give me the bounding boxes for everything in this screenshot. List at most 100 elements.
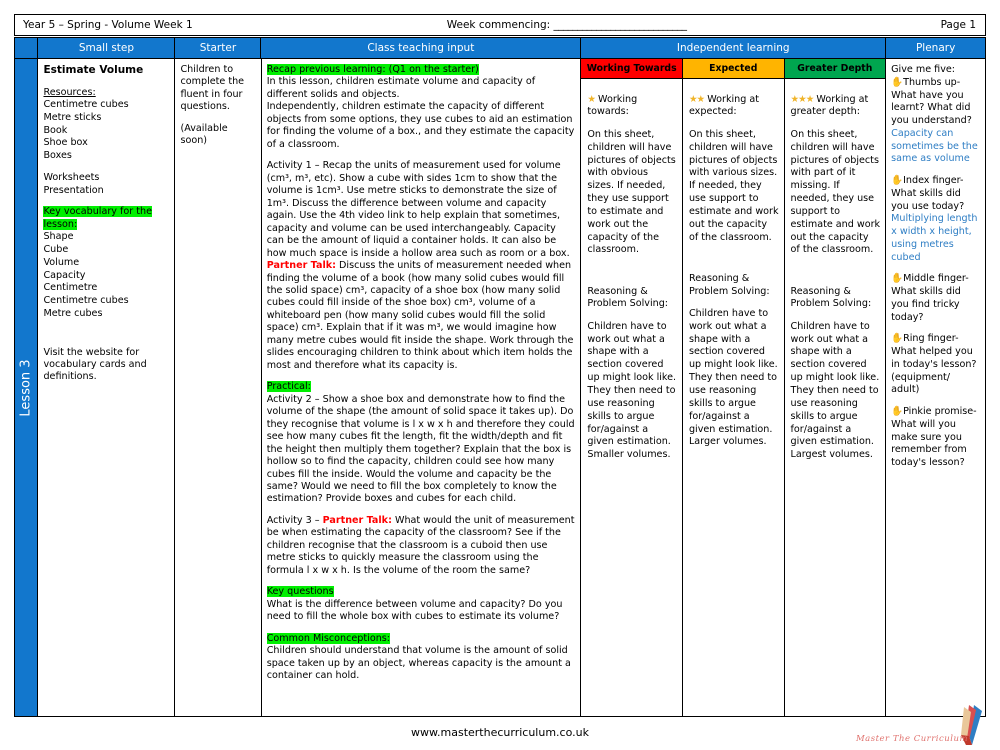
recap-label: Recap previous learning: (Q1 on the star… bbox=[266, 64, 479, 75]
differentiation-body-row: ★ Working towards: On this sheet, childr… bbox=[580, 78, 887, 717]
plenary-answer: Capacity can sometimes be the same as vo… bbox=[891, 127, 978, 165]
class-teaching-input-cell: Recap previous learning: (Q1 on the star… bbox=[260, 58, 582, 717]
greater-depth-body: On this sheet, children will have pictur… bbox=[790, 128, 881, 256]
list-item: Volume bbox=[43, 256, 80, 268]
page-number: Page 1 bbox=[940, 19, 976, 31]
list-item: Metre sticks bbox=[43, 111, 102, 123]
plenary-prompt: Middle finger- What skills did you find … bbox=[891, 273, 969, 323]
plenary-prompt: Thumbs up- What have you learnt? What di… bbox=[891, 76, 972, 126]
partner-talk-label: Partner Talk: bbox=[266, 260, 336, 272]
differentiation-header-working-towards: Working Towards bbox=[580, 58, 683, 79]
expected-reasoning-label: Reasoning & Problem Solving: bbox=[688, 272, 770, 297]
plenary-item: ✋Pinkie promise- What will you make sure… bbox=[891, 406, 980, 470]
plenary-item: ✋Index finger- What skills did you use t… bbox=[891, 175, 980, 264]
hand-icon: ✋ bbox=[891, 175, 904, 186]
brand-logo-text: Master The Curriculum bbox=[855, 734, 968, 744]
activity-3-partner-talk-label: Partner Talk: bbox=[322, 514, 392, 526]
resources-label: Resources: bbox=[43, 86, 96, 98]
plenary-prompt: Index finger- What skills did you use to… bbox=[891, 175, 965, 212]
key-questions-body: What is the difference between volume an… bbox=[266, 598, 563, 623]
list-item: Shoe box bbox=[43, 137, 88, 149]
term-title: Year 5 – Spring - Volume Week 1 bbox=[23, 19, 193, 31]
recap-body-2: Independently, children estimate the cap… bbox=[266, 101, 575, 150]
week-commencing-field: Week commencing: _______________________… bbox=[193, 19, 941, 31]
differentiation-header-greater-depth: Greater Depth bbox=[783, 58, 887, 79]
list-item: Shape bbox=[43, 231, 74, 243]
greater-depth-intro: ★★★ Working at greater depth: bbox=[791, 94, 881, 120]
star-icon: ★ bbox=[587, 93, 596, 105]
list-item: Worksheets bbox=[43, 171, 100, 183]
list-item: Metre cubes bbox=[43, 307, 103, 319]
week-commencing-label: Week commencing: bbox=[446, 19, 551, 31]
column-header-independent-learning: Independent learning bbox=[580, 37, 887, 59]
key-questions-label: Key questions bbox=[266, 586, 334, 598]
table-body-row: Lesson 3 Estimate Volume Resources: Cent… bbox=[14, 58, 987, 717]
column-header-class-teaching-input: Class teaching input bbox=[260, 37, 582, 59]
small-step-cell: Estimate Volume Resources: Centimetre cu… bbox=[37, 58, 176, 717]
plenary-cell: Give me five: ✋Thumbs up- What have you … bbox=[885, 58, 987, 717]
independent-learning-cell: Working Towards Expected Greater Depth ★… bbox=[580, 58, 887, 717]
activity-1-text: Activity 1 – Recap the units of measurem… bbox=[266, 160, 570, 259]
working-towards-body: On this sheet, children will have pictur… bbox=[587, 128, 676, 256]
differentiation-working-towards: ★ Working towards: On this sheet, childr… bbox=[580, 78, 683, 717]
column-header-plenary: Plenary bbox=[885, 37, 986, 59]
plenary-title: Give me five: bbox=[891, 64, 956, 75]
partner-talk-body: Discuss the units of measurement needed … bbox=[266, 260, 574, 371]
working-towards-intro: ★ Working towards: bbox=[587, 94, 677, 120]
plenary-prompt: Ring finger- What helped you in today's … bbox=[891, 333, 977, 396]
lesson-tab-header-spacer bbox=[14, 37, 39, 59]
column-header-small-step: Small step bbox=[37, 37, 176, 59]
working-towards-label: Working towards: bbox=[587, 93, 638, 118]
list-item: Presentation bbox=[43, 184, 104, 196]
common-misconceptions-label: Common Misconceptions: bbox=[266, 632, 391, 644]
vocabulary-footnote: Visit the website for vocabulary cards a… bbox=[43, 346, 147, 383]
resources-list: Centimetre cubes Metre sticks Book Shoe … bbox=[43, 99, 169, 163]
greater-depth-reasoning-body: Children have to work out what a shape w… bbox=[790, 320, 880, 461]
expected-body: On this sheet, children will have pictur… bbox=[688, 128, 779, 243]
list-item: Centimetre bbox=[43, 282, 98, 294]
small-step-title: Estimate Volume bbox=[43, 64, 144, 76]
starter-availability: (Available soon) bbox=[180, 122, 228, 147]
hand-icon: ✋ bbox=[891, 76, 904, 88]
list-item: Boxes bbox=[43, 150, 72, 162]
table-header-row: Small step Starter Class teaching input … bbox=[14, 37, 986, 59]
activity-3-block: Activity 3 – Partner Talk: What would th… bbox=[267, 515, 576, 577]
recap-body-1: In this lesson, children estimate volume… bbox=[266, 76, 536, 100]
lesson-tab: Lesson 3 bbox=[14, 58, 39, 717]
key-vocabulary-list: Shape Cube Volume Capacity Centimetre Ce… bbox=[43, 231, 169, 320]
practical-label: Practical: bbox=[266, 381, 311, 393]
plenary-answer: Multiplying length x width x height, usi… bbox=[891, 213, 978, 263]
lesson-plan-page: Year 5 – Spring - Volume Week 1 Week com… bbox=[0, 0, 1000, 750]
differentiation-greater-depth: ★★★ Working at greater depth: On this sh… bbox=[783, 78, 887, 717]
differentiation-expected: ★★ Working at expected: On this sheet, c… bbox=[681, 78, 785, 717]
differentiation-header-row: Working Towards Expected Greater Depth bbox=[580, 58, 887, 79]
starter-cell: Children to complete the fluent in four … bbox=[174, 58, 262, 717]
differentiation-header-expected: Expected bbox=[681, 58, 785, 79]
key-vocabulary-label: Key vocabulary for the lesson: bbox=[43, 206, 152, 230]
plenary-item: ✋Thumbs up- What have you learnt? What d… bbox=[891, 77, 980, 166]
hand-icon: ✋ bbox=[891, 273, 904, 285]
hand-icon: ✋ bbox=[891, 333, 904, 345]
hand-icon: ✋ bbox=[891, 406, 904, 417]
working-towards-reasoning-label: Reasoning & Problem Solving: bbox=[587, 285, 669, 310]
common-misconceptions-body: Children should understand that volume i… bbox=[266, 645, 571, 682]
star-icon: ★★★ bbox=[790, 93, 815, 105]
materials-list: Worksheets Presentation bbox=[43, 172, 169, 198]
plenary-item: ✋Middle finger- What skills did you find… bbox=[891, 273, 980, 324]
lesson-tab-label: Lesson 3 bbox=[18, 358, 34, 417]
list-item: Centimetre cubes bbox=[43, 295, 129, 307]
expected-reasoning-body: Children have to work out what a shape w… bbox=[688, 307, 778, 448]
partner-talk-block: Partner Talk: Discuss the units of measu… bbox=[267, 260, 576, 372]
expected-intro: ★★ Working at expected: bbox=[689, 94, 779, 120]
plenary-prompt: Pinkie promise- What will you make sure … bbox=[891, 406, 977, 468]
star-icon: ★★ bbox=[688, 93, 705, 105]
list-item: Book bbox=[43, 124, 68, 136]
activity-3-prefix: Activity 3 – bbox=[266, 514, 323, 526]
week-commencing-rule: ____________________________ bbox=[553, 19, 688, 31]
greater-depth-reasoning-label: Reasoning & Problem Solving: bbox=[790, 285, 872, 310]
plenary-item: ✋Ring finger- What helped you in today's… bbox=[891, 333, 980, 397]
starter-text: Children to complete the fluent in four … bbox=[180, 64, 245, 113]
list-item: Cube bbox=[43, 244, 69, 256]
activity-2-text: Activity 2 – Show a shoe box and demonst… bbox=[266, 393, 575, 505]
lesson-plan-table: Small step Starter Class teaching input … bbox=[14, 37, 987, 717]
